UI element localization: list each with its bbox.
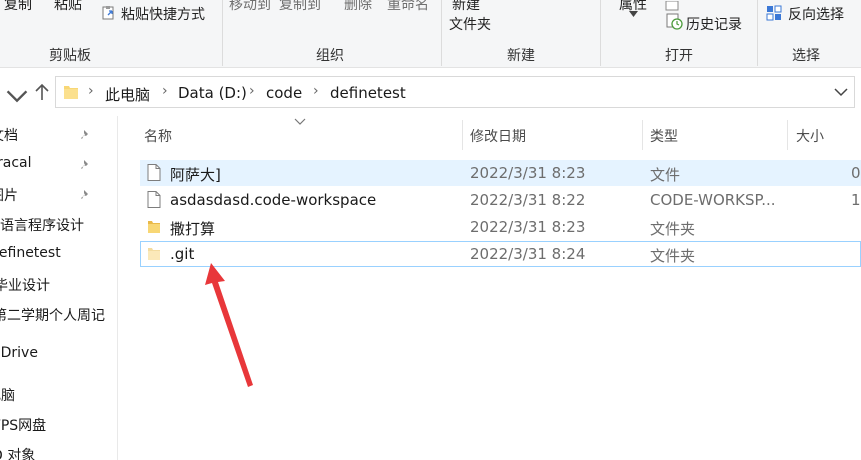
annotation-arrow-icon	[205, 263, 253, 387]
